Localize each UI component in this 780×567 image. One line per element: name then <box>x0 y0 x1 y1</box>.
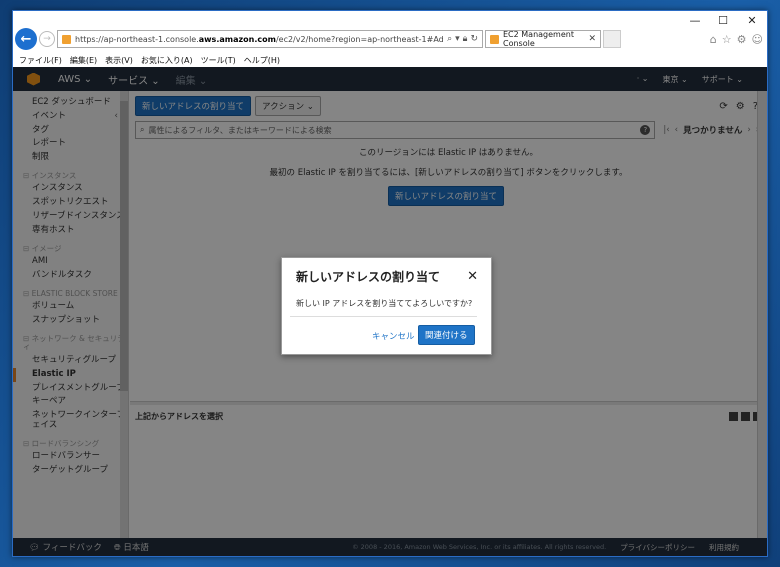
site-favicon-icon <box>62 34 71 44</box>
address-icons: ⌕ ▾ 🔒︎ ↻ <box>447 34 478 44</box>
browser-menubar: ファイル(F) 編集(E) 表示(V) お気に入り(A) ツール(T) ヘルプ(H) <box>13 53 767 67</box>
url-text: https://ap-northeast-1.console.aws.amazo… <box>75 34 443 44</box>
browser-tab[interactable]: EC2 Management Console ✕ <box>485 30 601 48</box>
smiley-feedback-icon[interactable]: ☺ <box>752 33 763 46</box>
confirm-button[interactable]: 関連付ける <box>418 325 475 345</box>
settings-gear-icon[interactable]: ⚙ <box>737 33 747 46</box>
browser-menu-item[interactable]: お気に入り(A) <box>141 55 193 66</box>
browser-menu-item[interactable]: ヘルプ(H) <box>244 55 280 66</box>
browser-menu-item[interactable]: ツール(T) <box>201 55 236 66</box>
dialog-title: 新しいアドレスの割り当て <box>296 270 441 284</box>
tab-title: EC2 Management Console <box>503 30 574 48</box>
allocate-address-dialog: 新しいアドレスの割り当て ✕ 新しい IP アドレスを割り当ててよろしいですか?… <box>281 257 492 355</box>
browser-menu-item[interactable]: ファイル(F) <box>19 55 62 66</box>
home-icon[interactable]: ⌂ <box>710 33 717 46</box>
address-bar[interactable]: https://ap-northeast-1.console.aws.amazo… <box>57 30 483 48</box>
tab-favicon-icon <box>490 34 499 44</box>
new-tab-button[interactable] <box>603 30 621 48</box>
back-arrow-icon[interactable]: ← <box>15 28 37 50</box>
favorites-star-icon[interactable]: ☆ <box>722 33 732 46</box>
browser-window: — ☐ ✕ ← → https://ap-northeast-1.console… <box>12 10 768 557</box>
refresh-icon[interactable]: ↻ <box>470 34 478 44</box>
browser-menu-item[interactable]: 表示(V) <box>105 55 133 66</box>
cancel-button[interactable]: キャンセル <box>372 330 415 342</box>
browser-tools: ⌂ ☆ ⚙ ☺ <box>710 33 763 46</box>
address-row: ← → https://ap-northeast-1.console.aws.a… <box>13 25 767 53</box>
dialog-divider <box>290 316 477 317</box>
dialog-message: 新しい IP アドレスを割り当ててよろしいですか? <box>296 299 473 308</box>
close-icon[interactable]: ✕ <box>467 269 478 284</box>
dropdown-arrow-icon[interactable]: ▾ <box>455 34 460 44</box>
tab-close-icon[interactable]: ✕ <box>588 34 596 44</box>
lock-icon[interactable]: 🔒︎ <box>463 34 468 44</box>
search-icon[interactable]: ⌕ <box>447 34 452 44</box>
browser-menu-item[interactable]: 編集(E) <box>70 55 97 66</box>
forward-arrow-icon[interactable]: → <box>39 31 55 47</box>
